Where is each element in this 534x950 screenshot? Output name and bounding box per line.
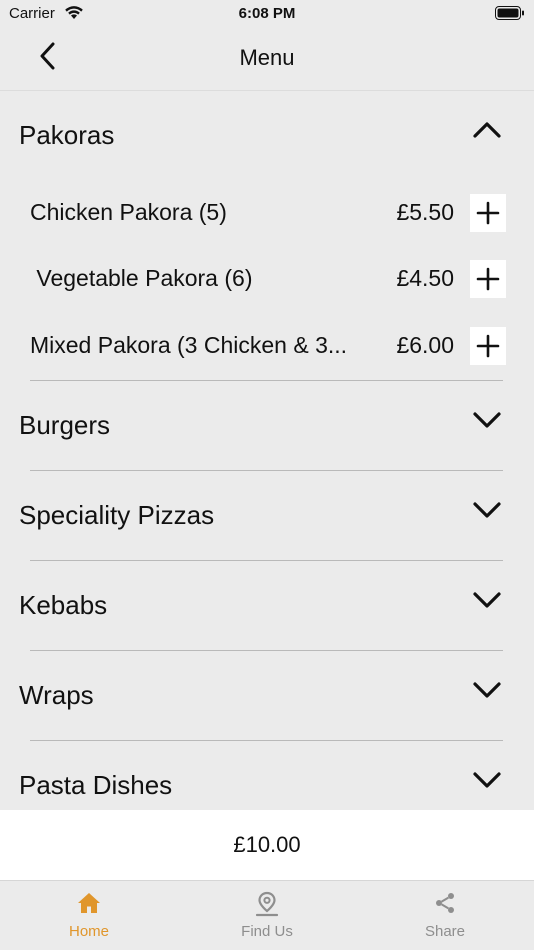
add-to-basket-button[interactable] — [470, 260, 506, 298]
page-title: Menu — [239, 45, 295, 70]
category-title: Speciality Pizzas — [19, 500, 215, 530]
basket-bar[interactable]: £10.00 — [0, 810, 534, 880]
chevron-down-icon — [473, 772, 501, 788]
add-to-basket-button[interactable] — [470, 327, 506, 365]
menu-item-chicken-pakora: Chicken Pakora (5) £5.50 — [0, 180, 534, 246]
tab-find-us[interactable]: Find Us — [178, 881, 356, 950]
share-icon — [436, 893, 454, 913]
category-header-speciality-pizzas[interactable]: Speciality Pizzas — [0, 471, 534, 561]
chevron-down-icon — [473, 502, 501, 518]
plus-icon — [476, 267, 500, 291]
tab-bar: Home Find Us Share — [0, 880, 534, 950]
tab-share[interactable]: Share — [356, 881, 534, 950]
menu-item-vegetable-pakora: Vegetable Pakora (6) £4.50 — [0, 246, 534, 312]
chevron-down-icon — [473, 592, 501, 608]
battery-icon — [495, 6, 525, 26]
category-header-pakoras[interactable]: Pakoras — [0, 91, 534, 181]
category-header-burgers[interactable]: Burgers — [0, 381, 534, 471]
menu-list[interactable]: Pakoras Chicken Pakora (5) £5.50 Vegetab… — [0, 91, 534, 810]
tab-label: Find Us — [241, 923, 293, 940]
item-name: Vegetable Pakora (6) — [30, 265, 253, 291]
add-to-basket-button[interactable] — [470, 194, 506, 232]
category-header-wraps[interactable]: Wraps — [0, 651, 534, 741]
basket-total: £10.00 — [233, 832, 301, 857]
status-time: 6:08 PM — [238, 5, 296, 22]
status-bar: Carrier 6:08 PM — [0, 0, 534, 28]
chevron-down-icon — [473, 682, 501, 698]
category-title: Burgers — [19, 410, 111, 440]
category-title: Kebabs — [19, 590, 108, 620]
item-name: Chicken Pakora (5) — [30, 199, 227, 225]
item-price: £6.00 — [396, 332, 454, 358]
tab-label: Home — [68, 923, 109, 940]
chevron-down-icon — [473, 412, 501, 428]
navigation-bar: Menu — [0, 28, 534, 90]
item-price: £5.50 — [396, 199, 454, 225]
category-header-kebabs[interactable]: Kebabs — [0, 561, 534, 651]
menu-item-mixed-pakora: Mixed Pakora (3 Chicken & 3... £6.00 — [0, 313, 534, 379]
category-title: Wraps — [19, 680, 94, 710]
item-price: £4.50 — [396, 265, 454, 291]
chevron-up-icon — [473, 122, 501, 138]
plus-icon — [476, 201, 500, 225]
tab-home[interactable]: Home — [0, 881, 178, 950]
home-icon — [78, 893, 100, 913]
map-pin-icon — [255, 891, 279, 917]
item-name: Mixed Pakora (3 Chicken & 3... — [30, 332, 348, 358]
category-header-pasta-dishes[interactable]: Pasta Dishes — [0, 741, 534, 810]
plus-icon — [476, 334, 500, 358]
category-title: Pasta Dishes — [19, 770, 173, 800]
tab-label: Share — [424, 923, 466, 940]
category-title: Pakoras — [19, 120, 115, 150]
